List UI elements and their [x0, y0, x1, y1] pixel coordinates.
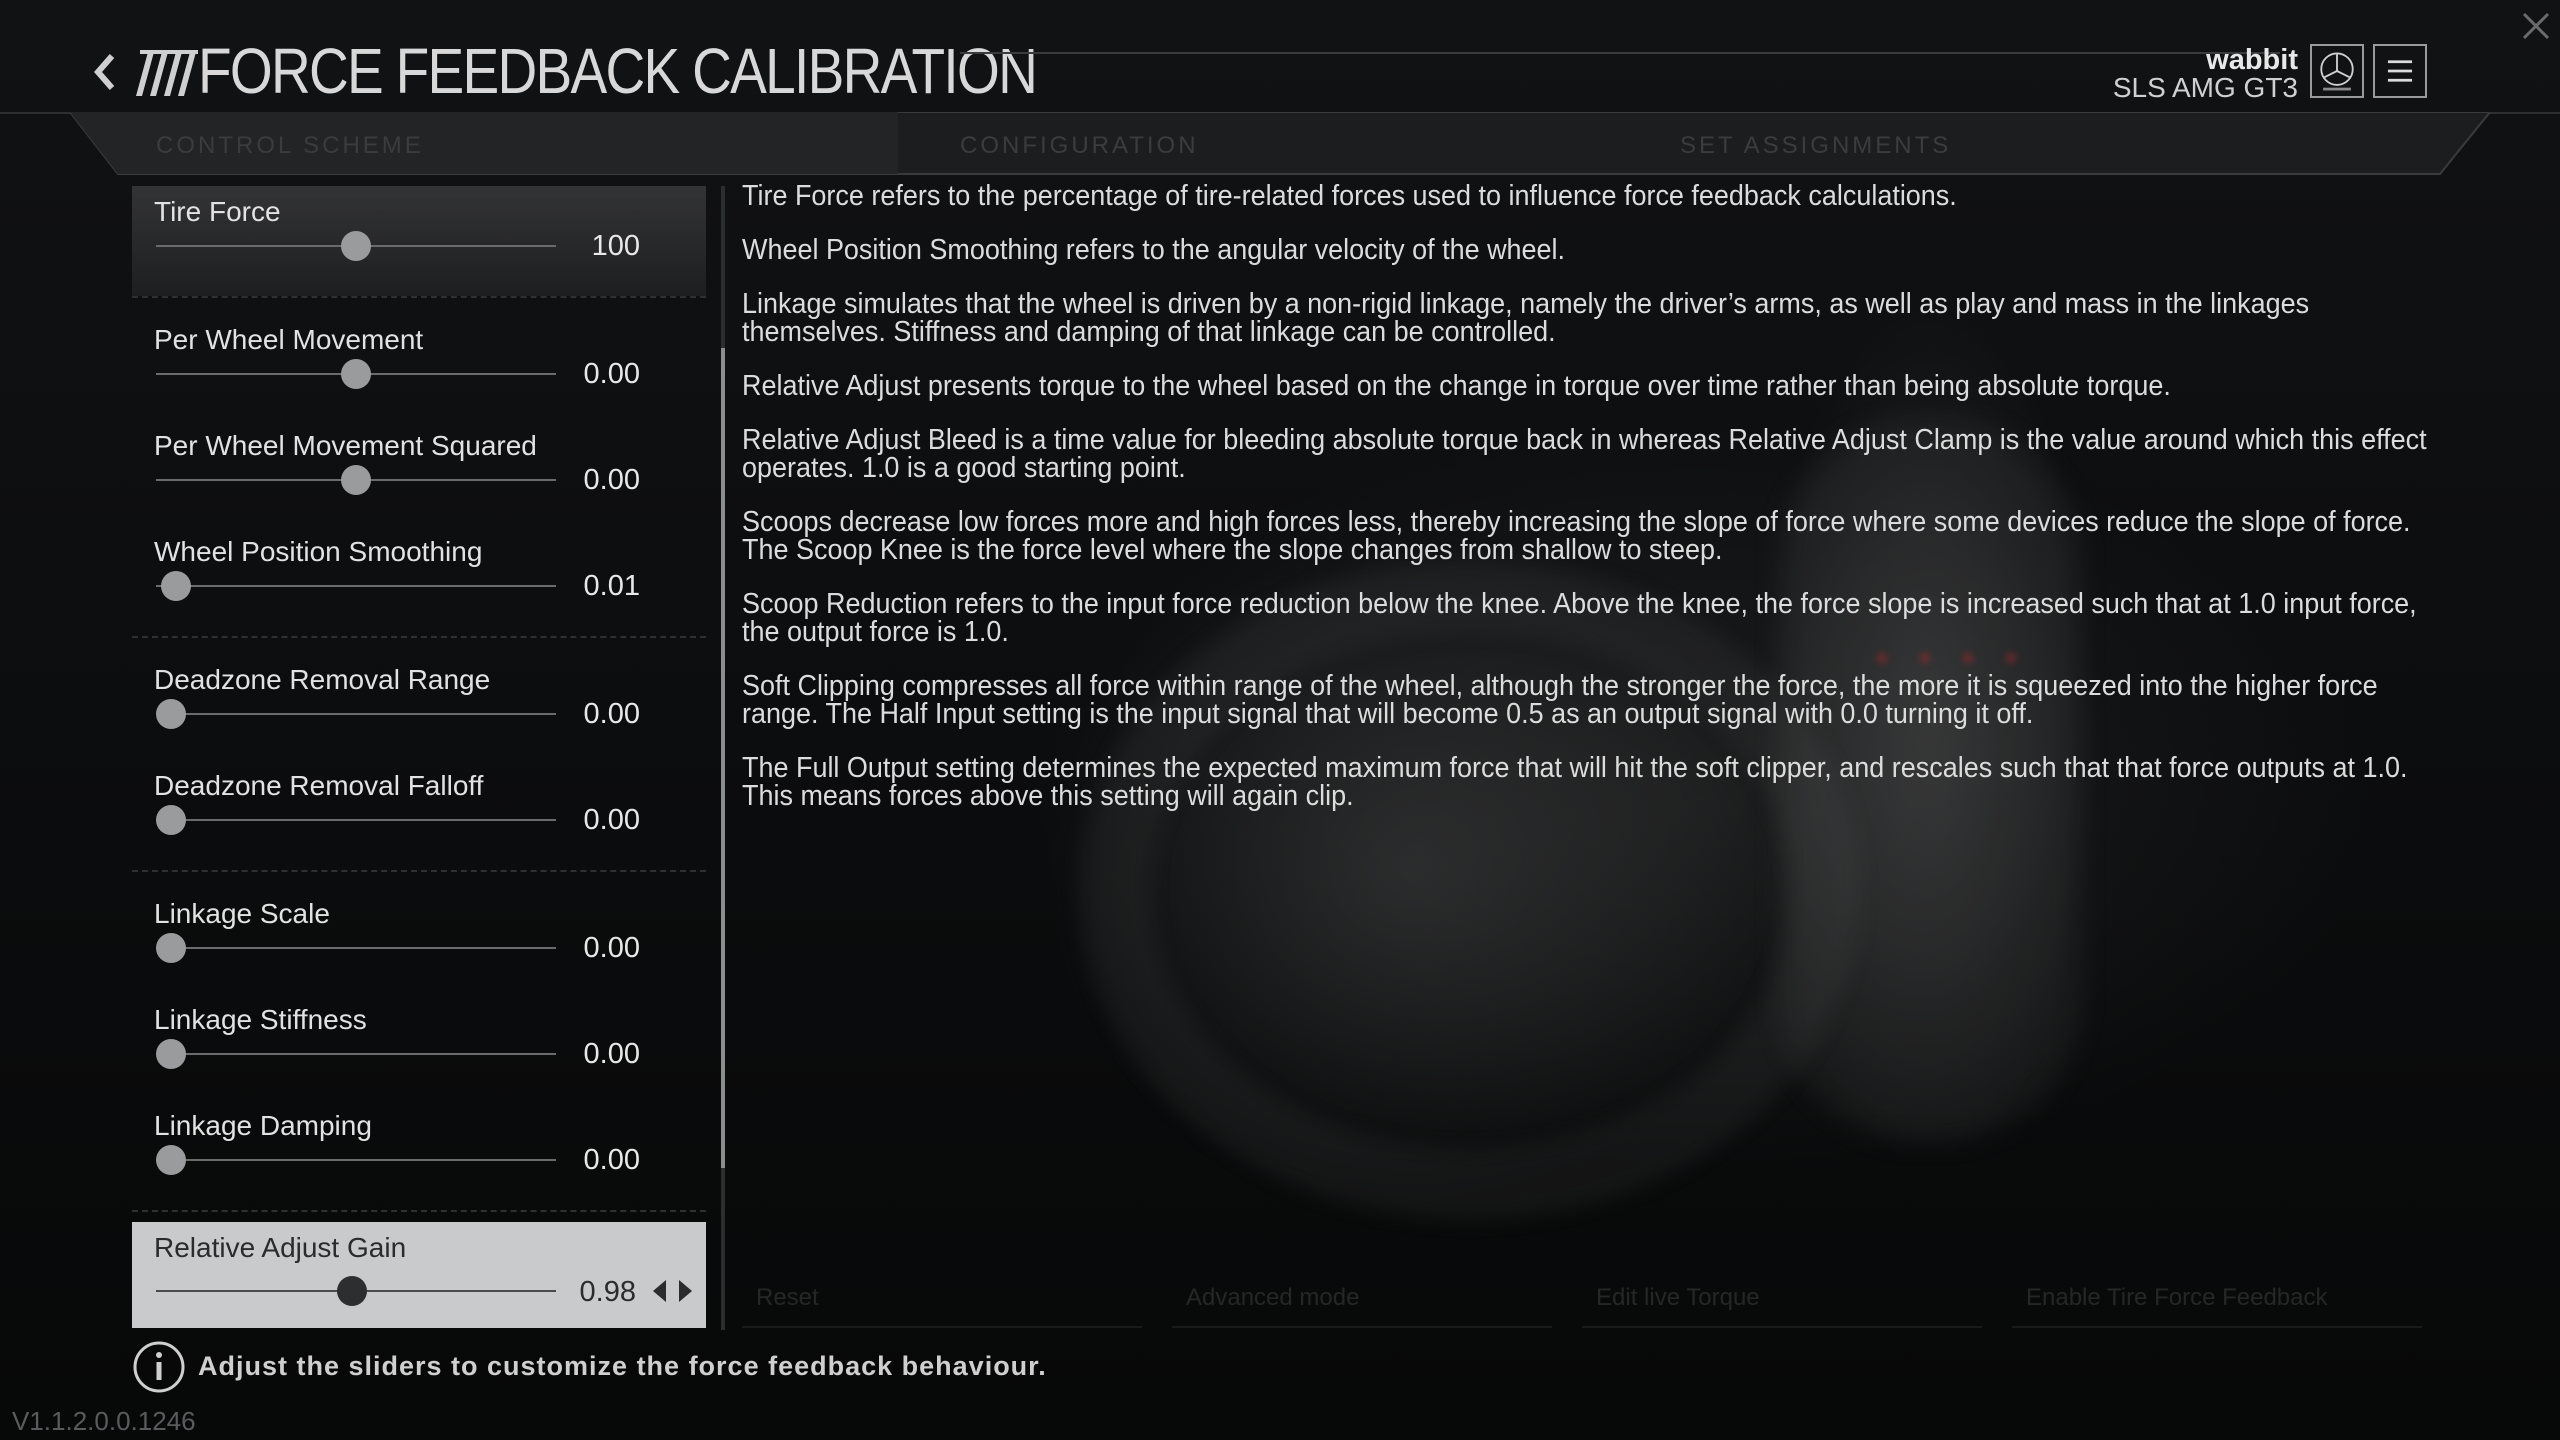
slider-row[interactable]: Linkage Stiffness 0.00 [132, 994, 706, 1098]
advanced-mode-toggle[interactable]: Advanced mode [1172, 1268, 1552, 1328]
slider-thumb[interactable] [337, 1276, 367, 1306]
slider-row[interactable]: Tire Force 100 [132, 186, 706, 290]
slider-track[interactable] [156, 465, 556, 495]
description-relative-adjust: Relative Adjust presents torque to the w… [742, 370, 2171, 402]
slider-row[interactable]: Per Wheel Movement Squared 0.00 [132, 420, 706, 524]
slider-label: Per Wheel Movement [154, 324, 424, 355]
slider-value: 0.00 [583, 1144, 640, 1176]
slider-value: 0.01 [583, 570, 640, 602]
hint-text: Adjust the sliders to customize the forc… [198, 1351, 1047, 1381]
tab-bar-shape [70, 112, 2490, 175]
slider-label: Linkage Scale [154, 898, 330, 929]
increase-arrow-icon[interactable] [679, 1280, 692, 1302]
scrollbar-thumb[interactable] [721, 348, 725, 1168]
slider-label: Per Wheel Movement Squared [154, 430, 537, 461]
slider-thumb[interactable] [161, 571, 191, 601]
slider-value: 0.00 [583, 932, 640, 964]
slider-label: Relative Adjust Gain [154, 1232, 407, 1263]
slider-label: Deadzone Removal Falloff [154, 770, 484, 801]
description-full-output: The Full Output setting determines the e… [742, 752, 2408, 812]
slider-thumb[interactable] [156, 933, 186, 963]
slider-row[interactable]: Per Wheel Movement 0.00 [132, 314, 706, 418]
slider-value: 0.00 [583, 698, 640, 730]
slider-label: Deadzone Removal Range [154, 664, 491, 695]
slider-label: Linkage Stiffness [154, 1004, 367, 1035]
decrease-arrow-icon[interactable] [653, 1280, 666, 1302]
slider-thumb[interactable] [341, 465, 371, 495]
slider-thumb[interactable] [156, 805, 186, 835]
slider-thumb[interactable] [156, 1039, 186, 1069]
group-divider [132, 296, 706, 298]
mercedes-star-icon [2310, 44, 2364, 98]
slider-row-selected[interactable]: Relative Adjust Gain 0.98 [132, 1222, 706, 1328]
slider-track[interactable] [156, 1276, 556, 1306]
chevron-left-icon[interactable] [86, 44, 122, 100]
slider-value: 0.98 [579, 1276, 636, 1308]
slider-label: Linkage Damping [154, 1110, 372, 1141]
description-linkage: Linkage simulates that the wheel is driv… [742, 288, 2310, 348]
slider-row[interactable]: Wheel Position Smoothing 0.01 [132, 526, 706, 630]
title-divider [960, 52, 2280, 54]
group-divider [132, 1210, 706, 1212]
version-label: V1.1.2.0.0.1246 [12, 1406, 196, 1436]
close-icon[interactable] [2518, 8, 2554, 44]
tab-bar: CONTROL SCHEME CONFIGURATION SET ASSIGNM… [70, 112, 2490, 176]
slider-track[interactable] [156, 1145, 556, 1175]
description-relative-adjust-bleed: Relative Adjust Bleed is a time value fo… [742, 424, 2427, 484]
group-divider [132, 636, 706, 638]
slider-track[interactable] [156, 359, 556, 389]
slider-scrollbar[interactable] [721, 186, 725, 1330]
info-icon [133, 1341, 185, 1393]
slider-row[interactable]: Linkage Damping 0.00 [132, 1100, 706, 1204]
description-scoops: Scoops decrease low forces more and high… [742, 506, 2411, 566]
slider-value: 0.00 [583, 464, 640, 496]
slider-value: 0.00 [583, 804, 640, 836]
slider-value: 0.00 [583, 1038, 640, 1070]
slider-track[interactable] [156, 231, 556, 261]
enable-tire-force-toggle[interactable]: Enable Tire Force Feedback [2012, 1268, 2422, 1328]
description-scoop-reduction: Scoop Reduction refers to the input forc… [742, 588, 2417, 648]
reset-button[interactable]: Reset [742, 1268, 1142, 1328]
edit-live-torque-toggle[interactable]: Edit live Torque [1582, 1268, 1982, 1328]
slider-track[interactable] [156, 1039, 556, 1069]
slider-track[interactable] [156, 933, 556, 963]
description-soft-clipping: Soft Clipping compresses all force withi… [742, 670, 2378, 730]
slider-value: 0.00 [583, 358, 640, 390]
tab-configuration[interactable]: CONFIGURATION [960, 132, 1199, 160]
group-divider [132, 870, 706, 872]
tab-control-scheme[interactable]: CONTROL SCHEME [156, 132, 424, 160]
footer-controls: Reset Advanced mode Edit live Torque Ena… [742, 1268, 2422, 1330]
page-title: FORCE FEEDBACK CALIBRATION [198, 35, 1038, 107]
slider-thumb[interactable] [341, 231, 371, 261]
slider-label: Wheel Position Smoothing [154, 536, 483, 567]
slider-track[interactable] [156, 699, 556, 729]
description-wheel-position: Wheel Position Smoothing refers to the a… [742, 234, 1566, 266]
slider-thumb[interactable] [156, 1145, 186, 1175]
slider-thumb[interactable] [156, 699, 186, 729]
slider-label: Tire Force [154, 196, 281, 227]
description-tire-force: Tire Force refers to the percentage of t… [742, 180, 1957, 212]
slider-track[interactable] [156, 805, 556, 835]
slider-row[interactable]: Linkage Scale 0.00 [132, 888, 706, 992]
header-bar: FORCE FEEDBACK CALIBRATION wabbit SLS AM… [0, 0, 2560, 114]
description-panel: Tire Force refers to the percentage of t… [742, 182, 2442, 836]
slider-track[interactable] [156, 571, 556, 601]
slider-value: 100 [591, 230, 640, 262]
car-name: SLS AMG GT3 [2112, 72, 2298, 103]
tab-set-assignments[interactable]: SET ASSIGNMENTS [1680, 132, 1951, 160]
hamburger-menu-icon[interactable] [2373, 44, 2427, 98]
game-logo-icon [136, 50, 198, 96]
slider-row[interactable]: Deadzone Removal Falloff 0.00 [132, 760, 706, 864]
slider-row[interactable]: Deadzone Removal Range 0.00 [132, 654, 706, 758]
slider-thumb[interactable] [341, 359, 371, 389]
